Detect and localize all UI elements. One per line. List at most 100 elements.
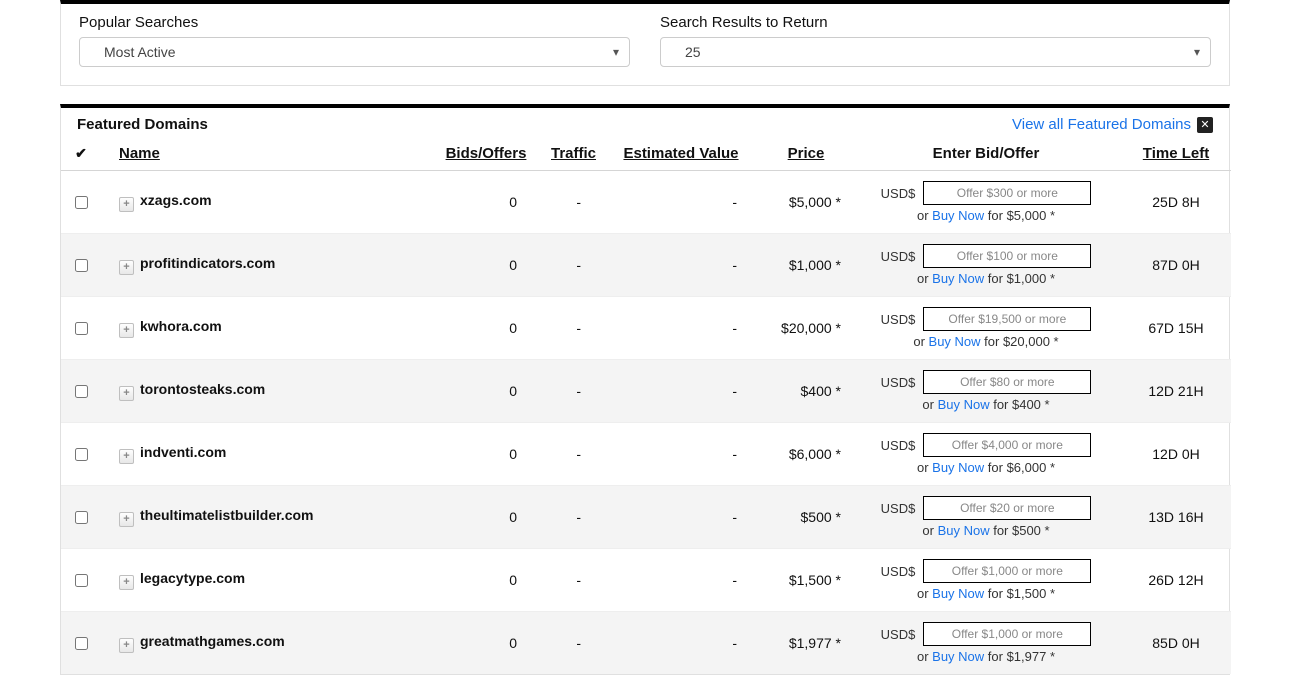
currency-label: USD$ bbox=[881, 186, 916, 201]
est-value-cell: - bbox=[601, 423, 761, 486]
expand-icon[interactable]: + bbox=[119, 575, 134, 590]
expand-icon[interactable]: + bbox=[119, 323, 134, 338]
traffic-cell: - bbox=[541, 171, 601, 234]
featured-table: ✔ Name Bids/Offers Traffic Estimated Val… bbox=[61, 137, 1231, 674]
table-row: +indventi.com0--$6,000 *USD$or Buy Now f… bbox=[61, 423, 1231, 486]
table-row: +kwhora.com0--$20,000 *USD$or Buy Now fo… bbox=[61, 297, 1231, 360]
domain-name-link[interactable]: profitindicators.com bbox=[140, 255, 275, 271]
price-cell: $1,500 * bbox=[761, 549, 851, 612]
est-value-cell: - bbox=[601, 549, 761, 612]
col-traffic[interactable]: Traffic bbox=[541, 137, 601, 171]
results-count-select[interactable]: 25 bbox=[671, 44, 1200, 60]
buy-now-line: or Buy Now for $400 * bbox=[922, 397, 1049, 412]
bid-input[interactable] bbox=[923, 244, 1091, 268]
col-time[interactable]: Time Left bbox=[1121, 137, 1231, 171]
time-left-cell: 13D 16H bbox=[1121, 486, 1231, 549]
check-icon: ✔ bbox=[75, 145, 87, 161]
bid-input[interactable] bbox=[923, 622, 1091, 646]
domain-name-link[interactable]: indventi.com bbox=[140, 444, 226, 460]
popular-searches-select[interactable]: Most Active bbox=[90, 44, 619, 60]
row-checkbox[interactable] bbox=[75, 511, 88, 524]
price-cell: $1,000 * bbox=[761, 234, 851, 297]
est-value-cell: - bbox=[601, 360, 761, 423]
bids-cell: 0 bbox=[431, 423, 541, 486]
est-value-cell: - bbox=[601, 171, 761, 234]
domain-name-link[interactable]: torontosteaks.com bbox=[140, 381, 265, 397]
buy-now-link[interactable]: Buy Now bbox=[932, 460, 984, 475]
currency-label: USD$ bbox=[881, 375, 916, 390]
col-price[interactable]: Price bbox=[761, 137, 851, 171]
buy-now-link[interactable]: Buy Now bbox=[932, 649, 984, 664]
expand-icon[interactable]: + bbox=[119, 449, 134, 464]
currency-label: USD$ bbox=[881, 438, 916, 453]
view-all-link[interactable]: View all Featured Domains ✕ bbox=[1012, 116, 1213, 133]
traffic-cell: - bbox=[541, 360, 601, 423]
results-count-label: Search Results to Return bbox=[660, 14, 1211, 31]
bids-cell: 0 bbox=[431, 360, 541, 423]
expand-icon[interactable]: + bbox=[119, 197, 134, 212]
buy-now-line: or Buy Now for $5,000 * bbox=[917, 208, 1055, 223]
buy-now-line: or Buy Now for $1,977 * bbox=[917, 649, 1055, 664]
section-title: Featured Domains bbox=[77, 116, 208, 133]
est-value-cell: - bbox=[601, 612, 761, 675]
col-select-all[interactable]: ✔ bbox=[61, 137, 101, 171]
buy-now-link[interactable]: Buy Now bbox=[938, 523, 990, 538]
expand-icon[interactable]: + bbox=[119, 512, 134, 527]
table-row: +theultimatelistbuilder.com0--$500 *USD$… bbox=[61, 486, 1231, 549]
time-left-cell: 26D 12H bbox=[1121, 549, 1231, 612]
table-row: +legacytype.com0--$1,500 *USD$or Buy Now… bbox=[61, 549, 1231, 612]
buy-now-link[interactable]: Buy Now bbox=[929, 334, 981, 349]
row-checkbox[interactable] bbox=[75, 385, 88, 398]
traffic-cell: - bbox=[541, 297, 601, 360]
domain-name-link[interactable]: kwhora.com bbox=[140, 318, 222, 334]
bid-input[interactable] bbox=[923, 307, 1091, 331]
row-checkbox[interactable] bbox=[75, 259, 88, 272]
expand-icon[interactable]: + bbox=[119, 386, 134, 401]
currency-label: USD$ bbox=[881, 627, 916, 642]
bid-input[interactable] bbox=[923, 433, 1091, 457]
domain-name-link[interactable]: legacytype.com bbox=[140, 570, 245, 586]
buy-now-link[interactable]: Buy Now bbox=[932, 271, 984, 286]
buy-now-line: or Buy Now for $500 * bbox=[922, 523, 1049, 538]
domain-name-link[interactable]: greatmathgames.com bbox=[140, 633, 285, 649]
table-row: +torontosteaks.com0--$400 *USD$or Buy No… bbox=[61, 360, 1231, 423]
buy-now-link[interactable]: Buy Now bbox=[938, 397, 990, 412]
bid-input[interactable] bbox=[923, 496, 1091, 520]
row-checkbox[interactable] bbox=[75, 574, 88, 587]
bid-input[interactable] bbox=[923, 559, 1091, 583]
row-checkbox[interactable] bbox=[75, 637, 88, 650]
currency-label: USD$ bbox=[881, 312, 916, 327]
bid-input[interactable] bbox=[923, 181, 1091, 205]
currency-label: USD$ bbox=[881, 501, 916, 516]
bids-cell: 0 bbox=[431, 171, 541, 234]
traffic-cell: - bbox=[541, 486, 601, 549]
est-value-cell: - bbox=[601, 234, 761, 297]
popular-searches-label: Popular Searches bbox=[79, 14, 630, 31]
row-checkbox[interactable] bbox=[75, 196, 88, 209]
expand-icon[interactable]: + bbox=[119, 260, 134, 275]
price-cell: $6,000 * bbox=[761, 423, 851, 486]
expand-icon[interactable]: + bbox=[119, 638, 134, 653]
bids-cell: 0 bbox=[431, 486, 541, 549]
buy-now-line: or Buy Now for $1,000 * bbox=[917, 271, 1055, 286]
bid-input[interactable] bbox=[923, 370, 1091, 394]
time-left-cell: 25D 8H bbox=[1121, 171, 1231, 234]
buy-now-line: or Buy Now for $20,000 * bbox=[913, 334, 1058, 349]
domain-name-link[interactable]: theultimatelistbuilder.com bbox=[140, 507, 313, 523]
domain-name-link[interactable]: xzags.com bbox=[140, 192, 212, 208]
close-icon[interactable]: ✕ bbox=[1197, 117, 1213, 133]
row-checkbox[interactable] bbox=[75, 448, 88, 461]
featured-domains-section: Featured Domains View all Featured Domai… bbox=[60, 104, 1230, 675]
bids-cell: 0 bbox=[431, 297, 541, 360]
row-checkbox[interactable] bbox=[75, 322, 88, 335]
est-value-cell: - bbox=[601, 486, 761, 549]
currency-label: USD$ bbox=[881, 249, 916, 264]
col-bids[interactable]: Bids/Offers bbox=[431, 137, 541, 171]
buy-now-link[interactable]: Buy Now bbox=[932, 208, 984, 223]
buy-now-line: or Buy Now for $6,000 * bbox=[917, 460, 1055, 475]
time-left-cell: 67D 15H bbox=[1121, 297, 1231, 360]
col-est[interactable]: Estimated Value bbox=[601, 137, 761, 171]
price-cell: $1,977 * bbox=[761, 612, 851, 675]
traffic-cell: - bbox=[541, 423, 601, 486]
col-name[interactable]: Name bbox=[101, 137, 431, 171]
